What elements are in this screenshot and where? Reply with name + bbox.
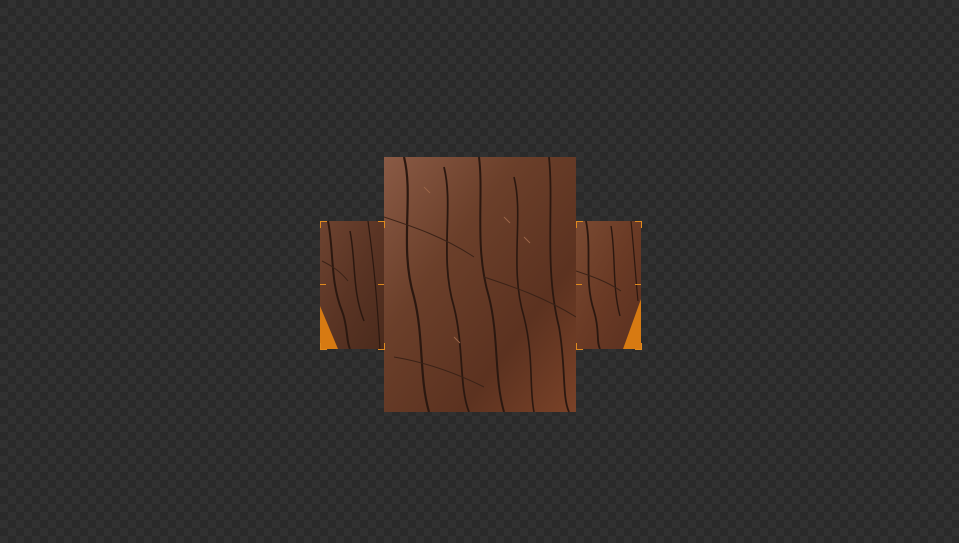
cubemap-face-left[interactable] <box>320 221 384 349</box>
bark-texture-center <box>384 157 576 412</box>
selection-tick-left-mid <box>320 284 326 285</box>
bark-texture-left <box>320 221 384 349</box>
selection-tick-right-mid <box>635 284 641 285</box>
cubemap-face-right[interactable] <box>576 221 641 349</box>
selection-tick-right-inner-mid <box>576 284 582 285</box>
texture-canvas[interactable] <box>0 0 959 543</box>
bark-texture-right <box>576 221 641 349</box>
selection-tick-left-inner-mid <box>378 284 384 285</box>
cubemap-face-center[interactable] <box>384 157 576 412</box>
